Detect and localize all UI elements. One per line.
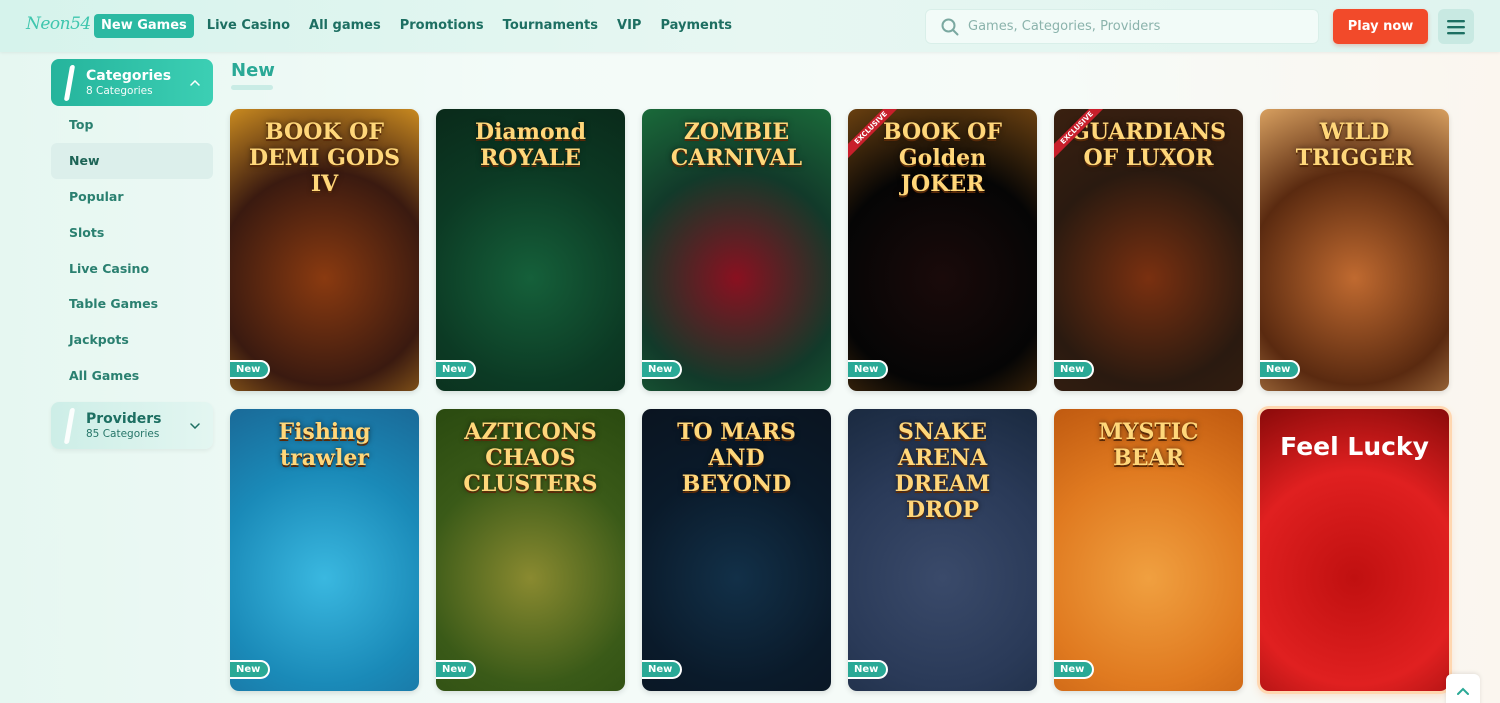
nav-live-casino[interactable]: Live Casino [201,14,296,38]
game-card[interactable]: WILD TRIGGER New [1260,109,1449,391]
feel-lucky-title: Feel Lucky [1280,432,1429,461]
categories-toggle[interactable]: Categories 8 Categories [51,59,213,106]
game-title: Fishing trawler [278,419,371,471]
nav-tournaments[interactable]: Tournaments [497,14,604,38]
categories-accent [63,64,76,101]
chevron-down-icon [190,422,200,429]
new-badge: New [848,660,889,679]
sidebar-item-popular[interactable]: Popular [51,179,213,215]
menu-button[interactable] [1438,9,1474,44]
feel-lucky-card[interactable]: Feel Lucky [1260,409,1449,691]
new-badge: New [1260,360,1301,379]
new-badge: New [1054,360,1095,379]
game-card[interactable]: BOOK OF Golden JOKER EXCLUSIVE New [848,109,1037,391]
scroll-to-top-button[interactable] [1446,674,1480,703]
site-logo[interactable]: Neon54 [26,14,91,34]
sidebar-item-jackpots[interactable]: Jackpots [51,322,213,358]
search-box [925,9,1319,44]
categories-count: 8 Categories [86,84,153,97]
sidebar-item-slots[interactable]: Slots [51,214,213,250]
game-card[interactable]: Fishing trawler New [230,409,419,691]
game-title: TO MARS AND BEYOND [677,419,796,497]
sidebar-item-table-games[interactable]: Table Games [51,286,213,322]
categories-title: Categories [86,67,172,84]
top-bar: Neon54 New Games Live Casino All games P… [0,0,1500,52]
sidebar-item-all-games[interactable]: All Games [51,358,213,394]
new-badge: New [642,660,683,679]
new-badge: New [848,360,889,379]
sidebar-item-top[interactable]: Top [51,107,213,143]
section-title: New [231,60,275,81]
search-input[interactable] [968,19,1288,34]
game-card[interactable]: BOOK OF DEMI GODS IV New [230,109,419,391]
game-title: WILD TRIGGER [1295,119,1414,171]
providers-count: 85 Categories [86,427,160,440]
main-nav: New Games Live Casino All games Promotio… [94,14,745,38]
game-card[interactable]: TO MARS AND BEYOND New [642,409,831,691]
game-title: MYSTIC BEAR [1098,419,1199,471]
new-badge: New [1054,660,1095,679]
nav-payments[interactable]: Payments [654,14,738,38]
chevron-up-icon [190,79,200,86]
new-badge: New [642,360,683,379]
providers-accent [63,407,76,444]
providers-toggle[interactable]: Providers 85 Categories [51,402,213,449]
chevron-up-icon [1457,687,1469,695]
nav-vip[interactable]: VIP [611,14,647,38]
play-now-button[interactable]: Play now [1333,9,1428,44]
category-list: Top New Popular Slots Live Casino Table … [51,107,213,393]
game-title: SNAKE ARENA DREAM DROP [894,419,991,523]
providers-title: Providers [86,410,162,427]
new-badge: New [436,660,477,679]
new-badge: New [230,660,271,679]
nav-new-games[interactable]: New Games [94,14,194,38]
game-title: AZTICONS CHAOS CLUSTERS [463,419,598,497]
search-icon [941,18,959,35]
new-badge: New [230,360,271,379]
game-card[interactable]: ZOMBIE CARNIVAL New [642,109,831,391]
game-title: Diamond ROYALE [474,119,587,171]
game-card[interactable]: MYSTIC BEAR New [1054,409,1243,691]
hamburger-icon [1447,19,1465,34]
game-card[interactable]: Diamond ROYALE New [436,109,625,391]
nav-promotions[interactable]: Promotions [394,14,490,38]
game-title: BOOK OF DEMI GODS IV [248,119,401,197]
sidebar-item-new[interactable]: New [51,142,213,179]
title-underline [231,85,273,90]
game-title: ZOMBIE CARNIVAL [670,119,803,171]
nav-all-games[interactable]: All games [303,14,387,38]
game-card[interactable]: GUARDIANS OF LUXOR EXCLUSIVE New [1054,109,1243,391]
sidebar-item-live-casino[interactable]: Live Casino [51,250,213,286]
game-title: BOOK OF Golden JOKER [883,119,1002,197]
game-card[interactable]: SNAKE ARENA DREAM DROP New [848,409,1037,691]
new-badge: New [436,360,477,379]
game-card[interactable]: AZTICONS CHAOS CLUSTERS New [436,409,625,691]
